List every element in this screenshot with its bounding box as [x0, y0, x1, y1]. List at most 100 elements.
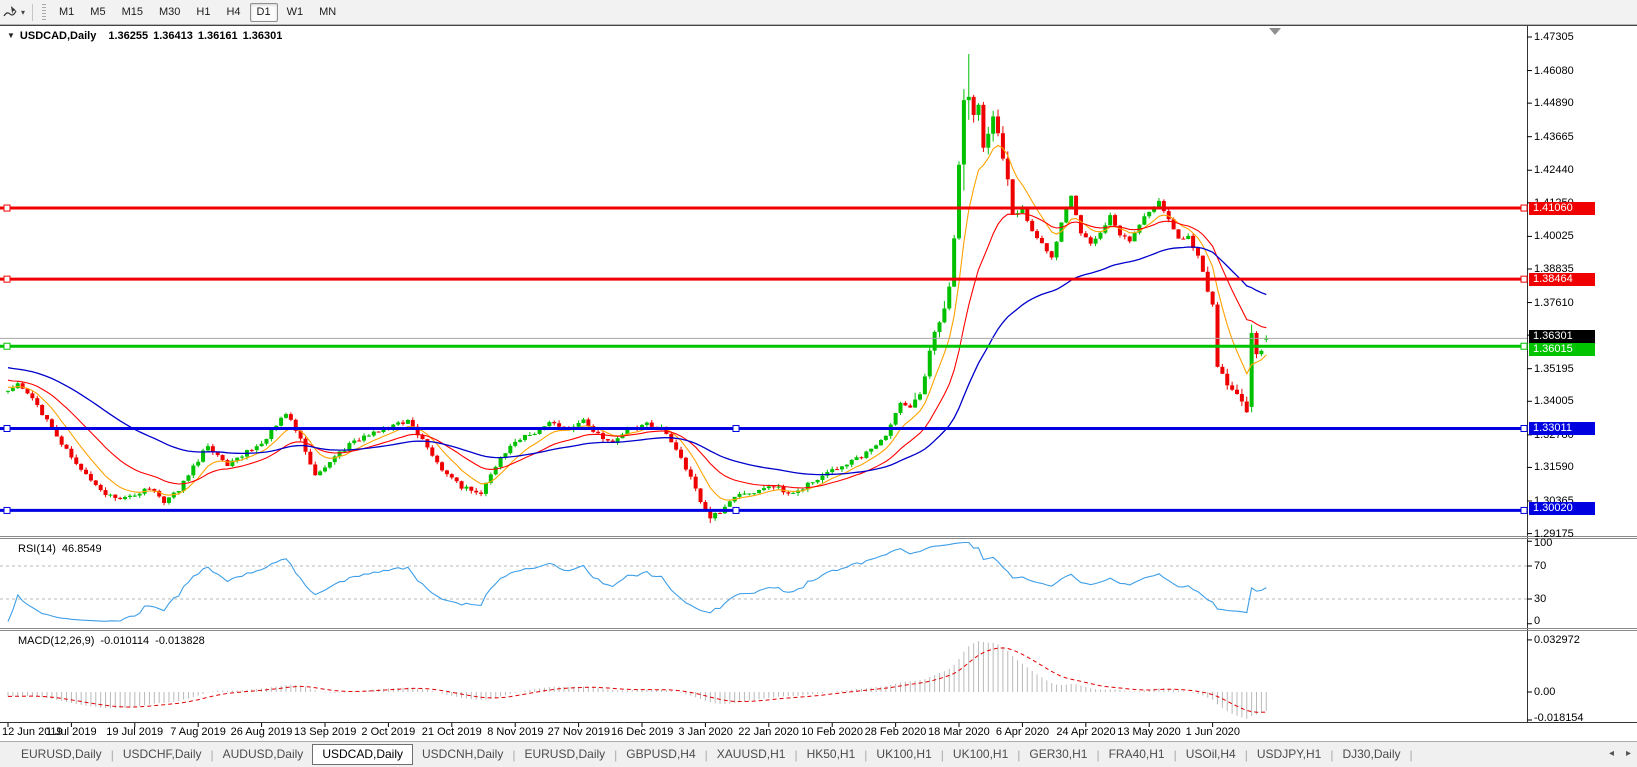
- rsi-line-layer: [7, 541, 1267, 622]
- symbol-tab-uk100-9[interactable]: UK100,H1: [867, 744, 940, 765]
- hline-handle[interactable]: [3, 342, 11, 350]
- time-axis-label: 27 Nov 2019: [547, 726, 610, 738]
- time-axis-label: 7 Aug 2019: [170, 726, 226, 738]
- chart-shift-marker[interactable]: [1269, 28, 1281, 35]
- macd-indicator-label: MACD(12,26,9) -0.010114 -0.013828: [18, 635, 205, 647]
- price-axis-tick: 1.34005: [1534, 395, 1574, 408]
- rsi-name: RSI(14): [18, 543, 56, 555]
- time-axis-label: 26 Aug 2019: [230, 726, 293, 738]
- toolbar-drag-handle[interactable]: [42, 4, 47, 20]
- hline-handle[interactable]: [732, 425, 740, 433]
- rsi-current-value: 46.8549: [61, 543, 102, 555]
- current-price-marker: 1.36301: [1529, 329, 1595, 343]
- hline-price-marker: 1.41060: [1529, 201, 1595, 215]
- symbol-tab-uk100-10[interactable]: UK100,H1: [944, 744, 1017, 765]
- timeframe-button-m1[interactable]: M1: [52, 3, 81, 22]
- symbol-tab-usoil-13[interactable]: USOil,H4: [1177, 744, 1245, 765]
- time-axis-label: 24 Apr 2020: [1056, 726, 1116, 738]
- price-axis-tick: 1.44890: [1534, 97, 1574, 110]
- cursor-tool-button[interactable]: ▾: [0, 4, 28, 20]
- hline-handle[interactable]: [3, 506, 11, 514]
- rsi-axis-tick: 100: [1534, 537, 1553, 549]
- time-axis-label: 28 Feb 2020: [864, 726, 927, 738]
- moving-average-slow: [7, 246, 1267, 476]
- tabs-scroll-left-icon[interactable]: ◂: [1609, 748, 1614, 759]
- ohlc-low: 1.36161: [197, 30, 238, 42]
- macd-axis-tick: 0.00: [1534, 686, 1556, 698]
- symbol-tab-usdcnh-4[interactable]: USDCNH,Daily: [413, 744, 512, 765]
- hline-handle[interactable]: [1520, 506, 1528, 514]
- symbol-tab-eurusd-0[interactable]: EURUSD,Daily: [12, 744, 111, 765]
- hline-price-marker: 1.38464: [1529, 272, 1595, 286]
- symbol-tab-hk50-8[interactable]: HK50,H1: [798, 744, 865, 765]
- tabs-scroll-right-icon[interactable]: ▸: [1626, 748, 1631, 759]
- hline-handle[interactable]: [732, 506, 740, 514]
- timeframe-toolbar: ▾ M1 M5 M15 M30 H1 H4 D1 W1 MN: [0, 0, 1637, 25]
- rsi-indicator-label: RSI(14) 46.8549: [18, 543, 102, 555]
- macd-axis-tick: -0.018154: [1534, 712, 1584, 724]
- symbol-tab-dj30-15[interactable]: DJ30,Daily: [1333, 744, 1409, 765]
- timeframe-button-d1[interactable]: D1: [249, 2, 278, 22]
- ohlc-high: 1.36413: [153, 30, 193, 42]
- ohlc-open: 1.36255: [108, 30, 149, 42]
- macd-axis-tick: 0.032972: [1534, 634, 1580, 646]
- hline-handle[interactable]: [3, 204, 11, 212]
- price-axis-tick: 1.40025: [1534, 230, 1574, 243]
- symbol-tab-usdchf-1[interactable]: USDCHF,Daily: [114, 744, 211, 765]
- time-axis-label: 2 Oct 2019: [361, 726, 416, 738]
- rsi-axis-tick: 30: [1534, 593, 1547, 605]
- timeframe-button-w1[interactable]: W1: [280, 3, 311, 22]
- rsi-axis-tick: 70: [1534, 560, 1547, 572]
- hline-price-marker: 1.36015: [1529, 342, 1595, 356]
- timeframe-button-m15[interactable]: M15: [115, 3, 150, 22]
- timeframe-button-h1[interactable]: H1: [189, 3, 217, 22]
- price-axis-tick: 1.46080: [1534, 64, 1574, 77]
- chart-symbol-label: USDCAD,Daily: [19, 30, 97, 42]
- symbol-tab-usdjpy-14[interactable]: USDJPY,H1: [1248, 744, 1330, 765]
- symbol-tab-xauusd-7[interactable]: XAUUSD,H1: [708, 744, 795, 765]
- time-axis-label: 21 Oct 2019: [421, 726, 482, 738]
- chart-menu-icon[interactable]: ▼: [7, 30, 15, 42]
- macd-layer: [7, 641, 1267, 719]
- cursor-tool-icon: [3, 6, 17, 17]
- hline-handle[interactable]: [1520, 342, 1528, 350]
- time-axis-label: 6 Apr 2020: [995, 726, 1050, 738]
- time-axis-label: 22 Jan 2020: [738, 726, 799, 738]
- price-axis-tick: 1.42440: [1534, 164, 1574, 177]
- tab-separator: |: [1409, 747, 1413, 762]
- timeframe-button-m5[interactable]: M5: [83, 3, 112, 22]
- timeframe-button-mn[interactable]: MN: [312, 3, 343, 22]
- chart-canvas[interactable]: [0, 0, 1637, 767]
- price-axis-tick: 1.31590: [1534, 461, 1574, 474]
- moving-average-medium: [7, 213, 1267, 489]
- hline-price-marker: 1.33011: [1529, 422, 1595, 435]
- price-axis-tick: 1.47305: [1534, 31, 1574, 43]
- time-axis-label: 10 Feb 2020: [801, 726, 863, 738]
- time-axis-label: 3 Jan 2020: [678, 726, 733, 738]
- time-axis-label: 18 Mar 2020: [928, 726, 990, 738]
- price-axis-tick: 1.37610: [1534, 296, 1574, 309]
- hline-handle[interactable]: [3, 425, 11, 433]
- hline-handle[interactable]: [1520, 204, 1528, 212]
- hline-handle[interactable]: [3, 275, 11, 283]
- symbol-tab-audusd-2[interactable]: AUDUSD,Daily: [214, 744, 313, 765]
- time-axis-label: 16 Dec 2019: [611, 726, 674, 738]
- price-axis-tick: 1.35195: [1534, 362, 1574, 375]
- symbol-tab-usdcad-3[interactable]: USDCAD,Daily: [312, 744, 413, 765]
- ohlc-close: 1.36301: [242, 30, 283, 42]
- mt4-chart-window: ▾ M1 M5 M15 M30 H1 H4 D1 W1 MN ▼ USDCAD,Daily 1.…: [0, 0, 1637, 767]
- macd-main-value: -0.010114: [100, 635, 150, 647]
- hline-handle[interactable]: [1520, 275, 1528, 283]
- cursor-tool-dropdown-icon[interactable]: ▾: [21, 8, 25, 17]
- symbol-tabs-bar: EURUSD,Daily | USDCHF,Daily | AUDUSD,Daily US…: [0, 741, 1637, 767]
- timeframe-button-m30[interactable]: M30: [152, 3, 187, 22]
- symbol-tab-eurusd-5[interactable]: EURUSD,Daily: [515, 744, 614, 765]
- time-axis-label: 13 Sep 2019: [294, 726, 357, 738]
- timeframe-button-h4[interactable]: H4: [219, 3, 247, 22]
- hline-handle[interactable]: [1520, 425, 1528, 433]
- symbol-tab-ger30-11[interactable]: GER30,H1: [1020, 744, 1096, 765]
- macd-name: MACD(12,26,9): [18, 635, 95, 647]
- symbol-tab-fra40-12[interactable]: FRA40,H1: [1100, 744, 1174, 765]
- time-axis-label: 13 May 2020: [1117, 726, 1181, 738]
- symbol-tab-gbpusd-6[interactable]: GBPUSD,H4: [617, 744, 704, 765]
